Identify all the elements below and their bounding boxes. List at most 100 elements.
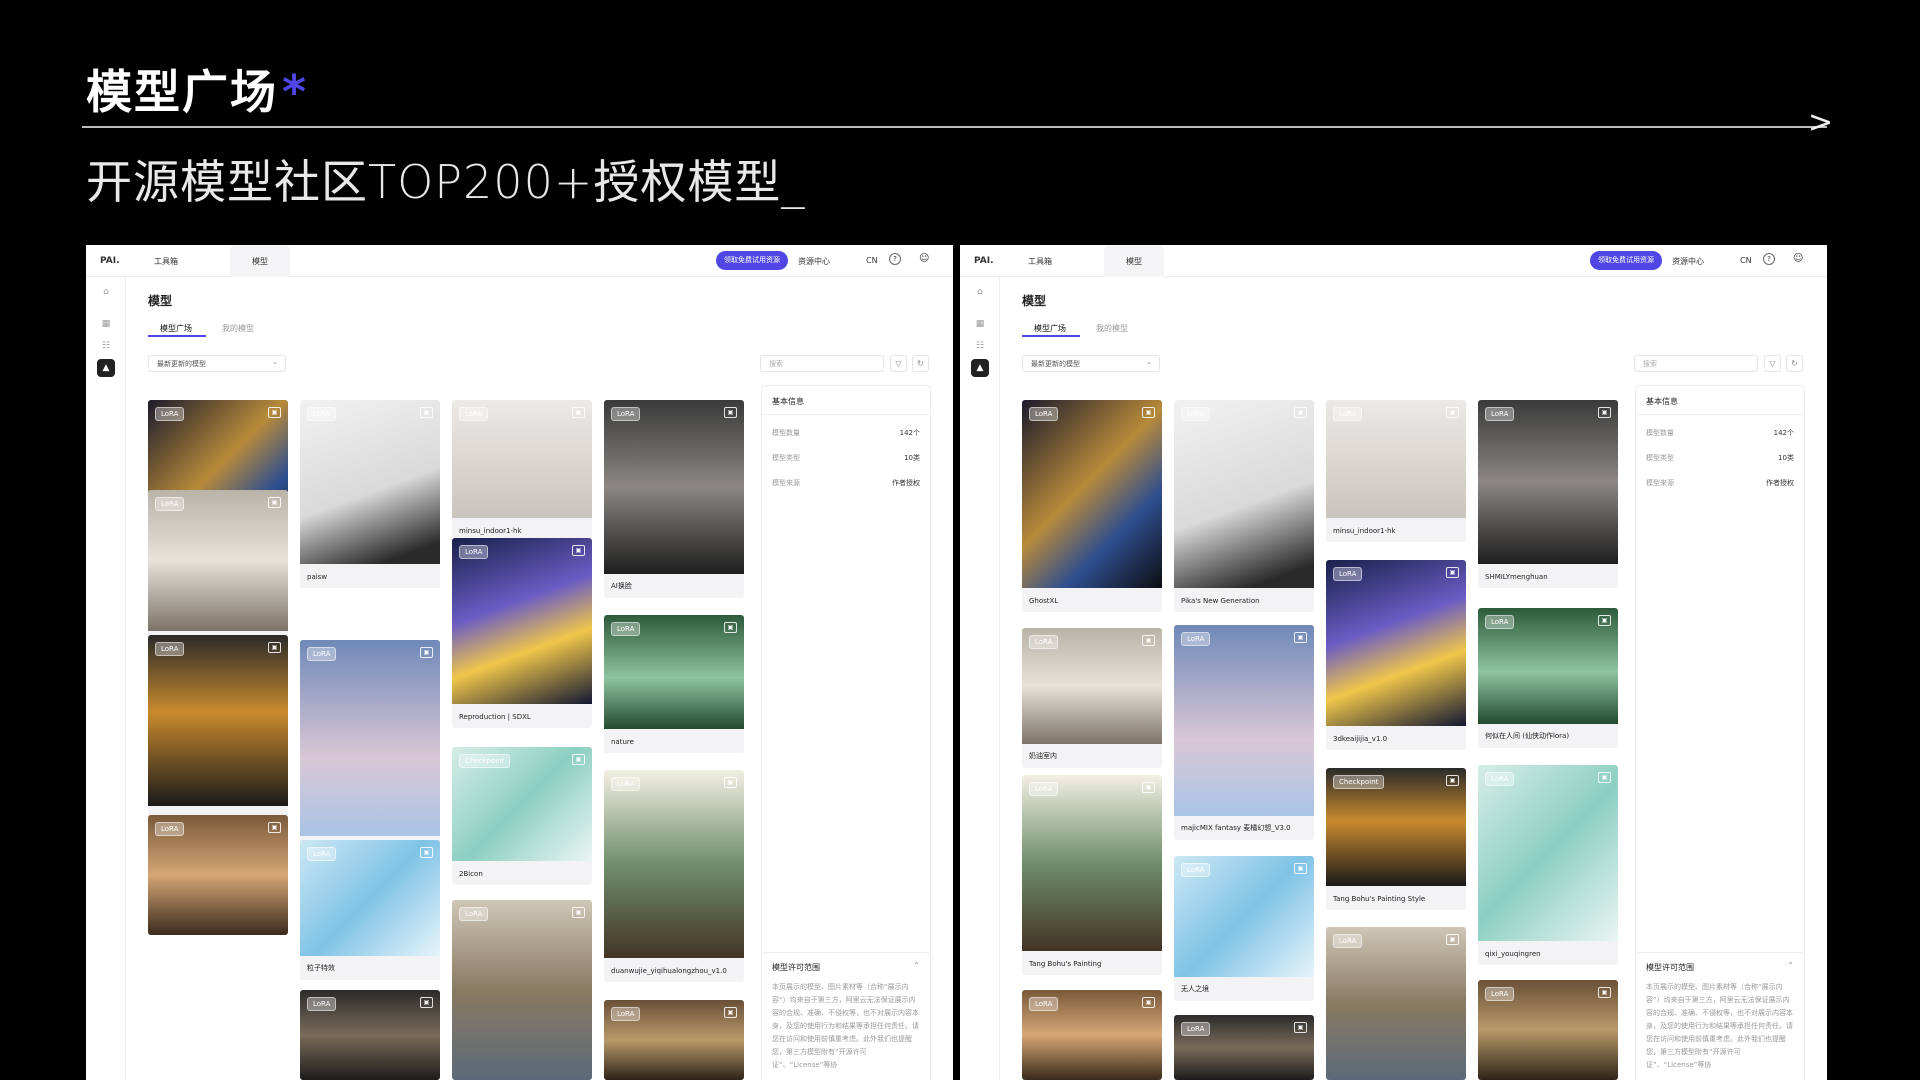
bookmark-icon[interactable]: ▣ <box>724 777 737 788</box>
user-icon[interactable]: ☺ <box>1793 253 1803 264</box>
model-card[interactable]: LoRA ▣ majicMIX fantasy 麦橘幻想_V3.0 <box>1174 625 1314 840</box>
bookmark-icon[interactable]: ▣ <box>1598 772 1611 783</box>
tab-model-plaza[interactable]: 模型广场 <box>1034 323 1066 334</box>
bookmark-icon[interactable]: ▣ <box>1294 407 1307 418</box>
bookmark-icon[interactable]: ▣ <box>1142 635 1155 646</box>
resource-center-link[interactable]: 资源中心 <box>1672 256 1704 267</box>
bookmark-icon[interactable]: ▣ <box>1294 1022 1307 1033</box>
bookmark-icon[interactable]: ▣ <box>1142 997 1155 1008</box>
resource-center-link[interactable]: 资源中心 <box>798 256 830 267</box>
model-card[interactable]: LoRA ▣ 粒子特效 <box>300 840 440 980</box>
model-card[interactable]: LoRA ▣ paisw <box>300 400 440 588</box>
filter-icon[interactable]: ▽ <box>890 355 907 372</box>
sidebar-layers-icon[interactable]: ☷ <box>97 337 115 355</box>
model-card[interactable]: Checkpoint ▣ Tang Bohu's Painting Style <box>1326 768 1466 910</box>
model-card[interactable]: LoRA▣riluohesi <box>148 635 288 830</box>
help-circle-icon[interactable]: ? <box>1763 253 1775 265</box>
sidebar-layers-icon[interactable]: ☷ <box>971 337 989 355</box>
model-card[interactable]: LoRA ▣ duanwujie_yiqihualongzhou_v1.0 <box>604 770 744 982</box>
bookmark-icon[interactable]: ▣ <box>1294 863 1307 874</box>
sort-dropdown[interactable]: 最新更新的模型 ⌄ <box>148 355 286 372</box>
model-card[interactable]: LoRA ▣ Pika's New Generation <box>1174 400 1314 612</box>
free-trial-button[interactable]: 领取免费试用资源 <box>716 251 788 270</box>
sort-dropdown[interactable]: 最新更新的模型 ⌄ <box>1022 355 1160 372</box>
refresh-icon[interactable]: ↻ <box>912 355 929 372</box>
nav-tools[interactable]: 工具箱 <box>1028 256 1052 267</box>
sidebar-home-icon[interactable]: ⌂ <box>97 283 115 301</box>
search-input[interactable]: 搜索 <box>1634 355 1758 372</box>
bookmark-icon[interactable]: ▣ <box>724 1007 737 1018</box>
bookmark-icon[interactable]: ▣ <box>572 754 585 765</box>
model-card[interactable]: LoRA ▣ Reproduction | SDXL <box>452 538 592 728</box>
model-card[interactable]: LoRA ▣ GhostXL <box>1022 400 1162 612</box>
free-trial-button[interactable]: 领取免费试用资源 <box>1590 251 1662 270</box>
bookmark-icon[interactable]: ▣ <box>268 497 281 508</box>
bookmark-icon[interactable]: ▣ <box>268 407 281 418</box>
bookmark-icon[interactable]: ▣ <box>724 622 737 633</box>
bookmark-icon[interactable]: ▣ <box>420 647 433 658</box>
model-card[interactable]: LoRA ▣ 奶油室内 <box>1022 628 1162 768</box>
bookmark-icon[interactable]: ▣ <box>268 642 281 653</box>
model-card[interactable]: LoRA ▣ <box>1022 990 1162 1080</box>
sidebar-models-icon[interactable]: ▲ <box>97 359 115 377</box>
app-logo[interactable]: PAI. <box>100 256 120 266</box>
model-card[interactable]: LoRA ▣ <box>1174 1015 1314 1080</box>
model-card[interactable]: LoRA▣inshinei <box>148 490 288 655</box>
model-card[interactable]: LoRA ▣ 3dkeaijijia_v1.0 <box>1326 560 1466 750</box>
bookmark-icon[interactable]: ▣ <box>1294 632 1307 643</box>
search-input[interactable]: 搜索 <box>760 355 884 372</box>
bookmark-icon[interactable]: ▣ <box>1598 615 1611 626</box>
model-card[interactable]: LoRA ▣ 何似在人间 (仙侠动作lora) <box>1478 608 1618 748</box>
sidebar-grid-icon[interactable]: ▦ <box>971 315 989 333</box>
bookmark-icon[interactable]: ▣ <box>572 407 585 418</box>
nav-tools[interactable]: 工具箱 <box>154 256 178 267</box>
app-logo[interactable]: PAI. <box>974 256 994 266</box>
bookmark-icon[interactable]: ▣ <box>1142 407 1155 418</box>
bookmark-icon[interactable]: ▣ <box>1598 987 1611 998</box>
tab-model-plaza[interactable]: 模型广场 <box>160 323 192 334</box>
model-card[interactable]: LoRA ▣ <box>300 990 440 1080</box>
bookmark-icon[interactable]: ▣ <box>1446 567 1459 578</box>
chevron-up-icon[interactable]: ⌃ <box>913 961 920 970</box>
user-icon[interactable]: ☺ <box>919 253 929 264</box>
help-circle-icon[interactable]: ? <box>889 253 901 265</box>
chevron-up-icon[interactable]: ⌃ <box>1787 961 1794 970</box>
model-card[interactable]: LoRA ▣ 无人之境 <box>1174 856 1314 1001</box>
bookmark-icon[interactable]: ▣ <box>420 997 433 1008</box>
model-card[interactable]: LoRA ▣ <box>148 815 288 935</box>
bookmark-icon[interactable]: ▣ <box>1446 934 1459 945</box>
bookmark-icon[interactable]: ▣ <box>268 822 281 833</box>
tab-my-models[interactable]: 我的模型 <box>222 323 254 334</box>
model-card[interactable]: LoRA ▣ <box>1326 927 1466 1080</box>
filter-icon[interactable]: ▽ <box>1764 355 1781 372</box>
model-card[interactable]: LoRA ▣ <box>604 1000 744 1080</box>
refresh-icon[interactable]: ↻ <box>1786 355 1803 372</box>
model-card[interactable]: LoRA ▣ minsu_indoor1-hk <box>452 400 592 542</box>
nav-models[interactable]: 模型 <box>230 245 290 277</box>
model-card[interactable]: LoRA▣youhuafengge <box>300 640 440 860</box>
bookmark-icon[interactable]: ▣ <box>420 847 433 858</box>
sidebar-grid-icon[interactable]: ▦ <box>97 315 115 333</box>
tab-my-models[interactable]: 我的模型 <box>1096 323 1128 334</box>
bookmark-icon[interactable]: ▣ <box>1446 775 1459 786</box>
nav-models[interactable]: 模型 <box>1104 245 1164 277</box>
model-card[interactable]: LoRA ▣ AI换脸 <box>604 400 744 598</box>
model-card[interactable]: LoRA ▣ qixi_youqingren <box>1478 765 1618 965</box>
language-switch[interactable]: CN <box>1740 256 1752 265</box>
model-card[interactable]: LoRA ▣ nature <box>604 615 744 753</box>
model-card[interactable]: LoRA ▣ Tang Bohu's Painting <box>1022 775 1162 975</box>
bookmark-icon[interactable]: ▣ <box>1598 407 1611 418</box>
model-card[interactable]: LoRA ▣ <box>452 900 592 1080</box>
model-card[interactable]: LoRA ▣ <box>1478 980 1618 1080</box>
sidebar-models-icon[interactable]: ▲ <box>971 359 989 377</box>
bookmark-icon[interactable]: ▣ <box>1446 407 1459 418</box>
bookmark-icon[interactable]: ▣ <box>572 545 585 556</box>
bookmark-icon[interactable]: ▣ <box>572 907 585 918</box>
model-card[interactable]: LoRA ▣ SHMILYmenghuan <box>1478 400 1618 588</box>
bookmark-icon[interactable]: ▣ <box>1142 782 1155 793</box>
model-card[interactable]: Checkpoint ▣ 2Bicon <box>452 747 592 885</box>
language-switch[interactable]: CN <box>866 256 878 265</box>
bookmark-icon[interactable]: ▣ <box>724 407 737 418</box>
sidebar-home-icon[interactable]: ⌂ <box>971 283 989 301</box>
model-card[interactable]: LoRA ▣ minsu_indoor1-hk <box>1326 400 1466 542</box>
